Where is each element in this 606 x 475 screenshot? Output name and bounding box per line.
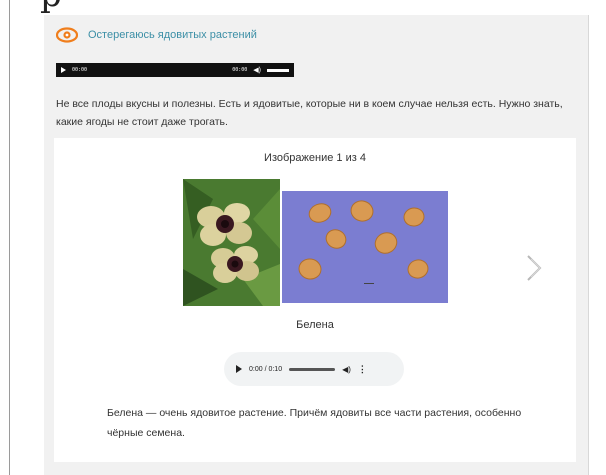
image-description: Белена — очень ядовитое растение. Причём… [107,407,522,439]
gallery-counter: Изображение 1 из 4 [264,152,366,164]
intro-text: Не все плоды вкусны и полезны. Есть и яд… [56,98,563,128]
gallery-audio-player[interactable]: 0:00 / 0:10 ◀) ⋮ [224,352,404,386]
volume-slider[interactable] [267,68,289,72]
audio-time: 0:00 / 0:10 [249,365,283,373]
top-audio-player[interactable]: 00:00 00:00 ◀) [56,63,294,77]
image-gallery: Изображение 1 из 4 Белена 0:00 / 0:10 ◀)… [54,138,576,462]
page-heading-fragment: р [40,0,62,12]
audio-progress-bar[interactable] [289,367,336,371]
lesson-title[interactable]: Остерегаюсь ядовитых растений [88,29,257,41]
eye-icon [56,27,78,43]
audio-current-time: 00:00 [72,67,88,73]
volume-icon[interactable]: ◀) [253,66,261,74]
play-icon[interactable] [61,67,66,73]
lesson-card: Остерегаюсь ядовитых растений 00:00 00:0… [44,15,589,475]
more-options-icon[interactable]: ⋮ [358,364,367,375]
play-icon[interactable] [236,365,242,373]
speaker-icon[interactable]: ◀) [342,365,351,374]
page-left-border [9,0,10,475]
image-caption: Белена [296,319,334,331]
henbane-flowers-photo [183,179,280,306]
audio-duration: 00:00 [232,67,248,73]
lesson-header: Остерегаюсь ядовитых растений [56,27,257,43]
chevron-right-icon[interactable] [522,253,546,283]
henbane-seeds-photo [282,191,448,303]
